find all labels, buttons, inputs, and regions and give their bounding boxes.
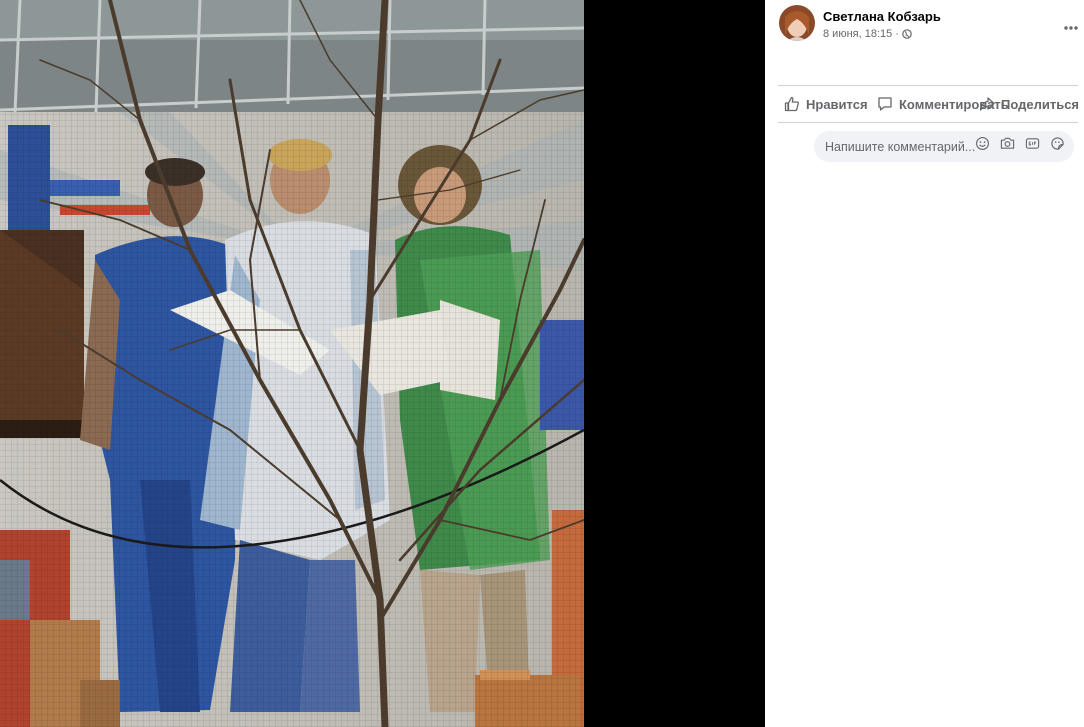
gif-icon	[1025, 136, 1040, 156]
avatar[interactable]	[779, 5, 815, 41]
like-button[interactable]: Нравится	[784, 88, 868, 120]
like-label: Нравится	[806, 96, 868, 112]
speech-bubble-icon	[877, 96, 893, 112]
smiley-icon	[975, 136, 990, 156]
actions-divider-top	[778, 85, 1078, 86]
emoji-button[interactable]	[974, 136, 990, 156]
post-actions-bar: Нравится Комментировать Поделиться	[778, 88, 1084, 120]
post-date[interactable]: 8 июня, 18:15	[823, 28, 892, 40]
photo-viewer	[0, 0, 765, 727]
globe-icon[interactable]	[902, 29, 912, 39]
share-arrow-icon	[979, 96, 995, 112]
share-label: Поделиться	[1001, 96, 1080, 112]
comment-placeholder: Напишите комментарий...	[825, 140, 976, 154]
thumbs-up-icon	[784, 96, 800, 112]
share-button[interactable]: Поделиться	[979, 88, 1079, 120]
post-side-panel: Светлана Кобзарь 8 июня, 18:15 · Нравитс…	[765, 0, 1084, 727]
avatar-image	[779, 5, 815, 41]
post-meta: 8 июня, 18:15 ·	[823, 28, 912, 40]
comment-composer: Напишите комментарий...	[814, 131, 1074, 162]
more-horizontal-icon	[1063, 18, 1079, 36]
post-header: Светлана Кобзарь 8 июня, 18:15 ·	[779, 5, 1079, 45]
post-photo[interactable]	[0, 0, 584, 727]
meta-separator: ·	[895, 28, 899, 40]
sticker-button[interactable]	[1049, 136, 1065, 156]
more-options-button[interactable]	[1061, 17, 1081, 37]
photo-attach-button[interactable]	[999, 136, 1015, 156]
mosaic-photo-image	[0, 0, 584, 727]
sticker-icon	[1050, 136, 1065, 156]
gif-button[interactable]	[1024, 138, 1040, 154]
actions-divider-bottom	[778, 122, 1078, 123]
camera-icon	[1000, 136, 1015, 156]
author-name[interactable]: Светлана Кобзарь	[823, 9, 941, 24]
